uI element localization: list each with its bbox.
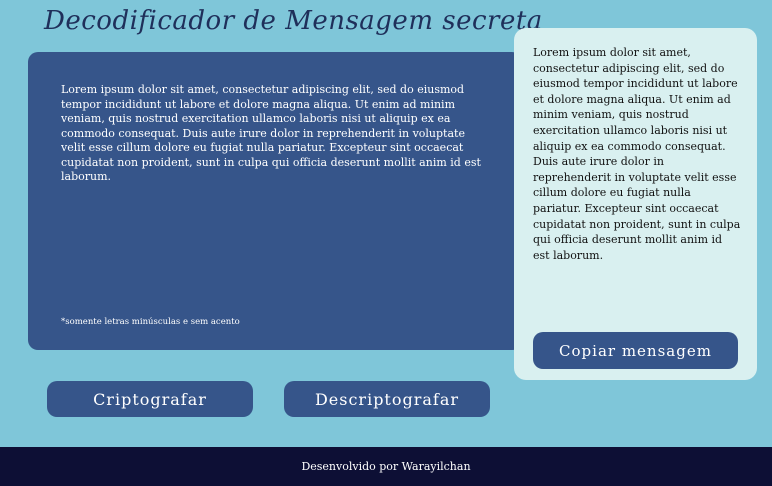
page-title: Decodificador de Mensagem secreta xyxy=(44,6,543,36)
input-hint: *somente letras minúsculas e sem acento xyxy=(61,317,240,327)
output-message: Lorem ipsum dolor sit amet, consectetur … xyxy=(533,46,741,262)
output-panel: Lorem ipsum dolor sit amet, consectetur … xyxy=(514,28,757,380)
footer-credit: Desenvolvido por Warayilchan xyxy=(301,460,471,473)
decrypt-button[interactable]: Descriptografar xyxy=(284,381,490,417)
message-input[interactable]: Lorem ipsum dolor sit amet, consectetur … xyxy=(61,83,488,313)
copy-button[interactable]: Copiar mensagem xyxy=(533,332,738,369)
message-input-panel: Lorem ipsum dolor sit amet, consectetur … xyxy=(28,52,522,350)
footer: Desenvolvido por Warayilchan xyxy=(0,447,772,486)
encrypt-button[interactable]: Criptografar xyxy=(47,381,253,417)
